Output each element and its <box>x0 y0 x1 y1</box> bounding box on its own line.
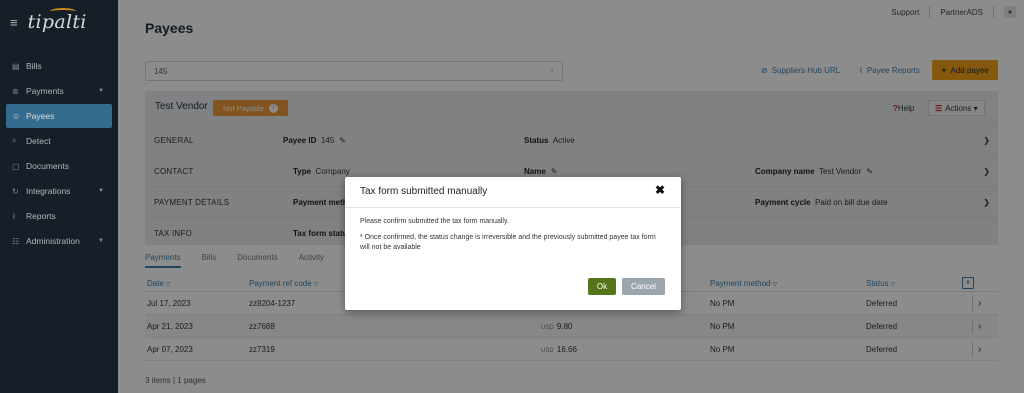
close-icon[interactable]: ✖ <box>655 183 665 197</box>
sidebar: ≡ tipalti ▤ Bills ⊛ Payments ▼ ☺ Payees ⌕ Detect… <box>0 0 118 393</box>
ok-button[interactable]: Ok <box>588 278 616 295</box>
sidebar-overlay <box>0 0 118 393</box>
modal-title: Tax form submitted manually <box>360 186 488 197</box>
modal-message: Please confirm submitted the tax form ma… <box>360 218 509 225</box>
confirm-modal: Tax form submitted manually ✖ Please con… <box>345 177 681 310</box>
modal-warning: * Once confirmed, the status change is i… <box>360 234 656 251</box>
modal-header: Tax form submitted manually ✖ <box>345 177 681 208</box>
modal-footer: Ok Cancel <box>588 278 665 295</box>
cancel-button[interactable]: Cancel <box>622 278 665 295</box>
modal-body: Please confirm submitted the tax form ma… <box>345 208 681 253</box>
